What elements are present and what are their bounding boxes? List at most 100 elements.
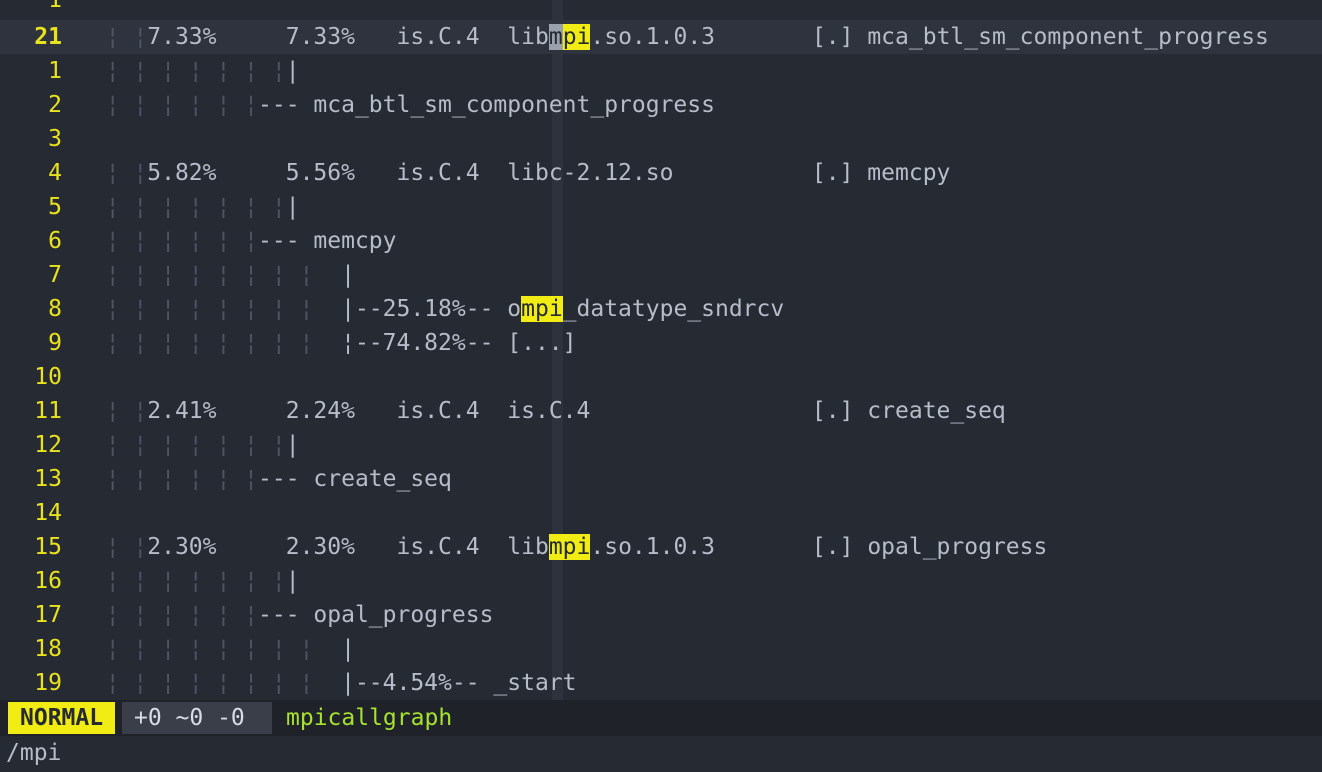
editor-line[interactable]: 10 xyxy=(0,360,1322,394)
line-number: 4 xyxy=(48,160,62,186)
editor-line[interactable]: 8 ¦ ¦ ¦ ¦ ¦ ¦ ¦ ¦ |--25.18%-- ompi_datat… xyxy=(0,292,1322,326)
line-content: --- create_seq xyxy=(258,466,452,492)
line-number: 2 xyxy=(48,92,62,118)
editor-line[interactable]: 16 ¦ ¦ ¦ ¦ ¦ ¦ ¦| xyxy=(0,564,1322,598)
line-text: ¦ ¦ ¦ ¦ ¦ ¦ ¦ ¦ ¦--74.82%-- [...] xyxy=(78,326,577,360)
indent-guides: ¦ ¦ ¦ ¦ ¦ ¦ ¦ ¦ xyxy=(78,330,314,356)
line-text: ¦ ¦ ¦ ¦ ¦ ¦--- mca_btl_sm_component_prog… xyxy=(78,88,715,122)
line-text: ¦ ¦ ¦ ¦ ¦ ¦ ¦ ¦ |--4.54%-- _start xyxy=(78,666,577,700)
line-content: 7.33% 7.33% is.C.4 lib xyxy=(147,24,549,50)
editor-pane[interactable]: 1 21 ¦ ¦7.33% 7.33% is.C.4 libmpi.so.1.0… xyxy=(0,0,1322,700)
editor-line[interactable]: 13 ¦ ¦ ¦ ¦ ¦ ¦--- create_seq xyxy=(0,462,1322,496)
line-content: ¦--74.82%-- [...] xyxy=(313,330,577,356)
line-number: 11 xyxy=(34,398,62,424)
line-content: | xyxy=(285,194,300,220)
indent-guides: ¦ ¦ xyxy=(78,534,148,560)
line-number: 6 xyxy=(48,228,62,254)
line-text: ¦ ¦7.33% 7.33% is.C.4 libmpi.so.1.0.3 [.… xyxy=(78,20,1269,54)
editor-line[interactable]: 4 ¦ ¦5.82% 5.56% is.C.4 libc-2.12.so [.]… xyxy=(0,156,1322,190)
line-text: ¦ ¦ ¦ ¦ ¦ ¦ ¦ ¦ |--25.18%-- ompi_datatyp… xyxy=(78,292,784,326)
top-partial-line: 1 xyxy=(0,0,1322,17)
line-number: 16 xyxy=(34,568,62,594)
line-number: 7 xyxy=(48,262,62,288)
line-content: 5.82% 5.56% is.C.4 libc-2.12.so [.] memc… xyxy=(147,160,951,186)
search-match: mpi xyxy=(521,296,563,322)
indent-guides: ¦ ¦ xyxy=(78,24,148,50)
line-number: 3 xyxy=(48,126,62,152)
search-match: pi xyxy=(562,24,591,50)
line-text: ¦ ¦ ¦ ¦ ¦ ¦ ¦| xyxy=(78,54,300,88)
line-content-tail: .so.1.0.3 [.] mca_btl_sm_component_progr… xyxy=(590,24,1269,50)
line-number: 17 xyxy=(34,602,62,628)
line-text: ¦ ¦ ¦ ¦ ¦ ¦ ¦| xyxy=(78,190,300,224)
line-content: --- memcpy xyxy=(258,228,397,254)
search-match: mpi xyxy=(548,534,591,560)
editor-line[interactable]: 1 ¦ ¦ ¦ ¦ ¦ ¦ ¦| xyxy=(0,54,1322,88)
editor-line[interactable]: 21 ¦ ¦7.33% 7.33% is.C.4 libmpi.so.1.0.3… xyxy=(0,20,1322,54)
line-content: | xyxy=(285,58,300,84)
editor-line[interactable]: 19 ¦ ¦ ¦ ¦ ¦ ¦ ¦ ¦ |--4.54%-- _start xyxy=(0,666,1322,700)
line-number: 12 xyxy=(34,432,62,458)
indent-guides: ¦ ¦ ¦ ¦ ¦ ¦ xyxy=(78,466,259,492)
line-number: 10 xyxy=(34,364,62,390)
line-text: ¦ ¦ ¦ ¦ ¦ ¦ ¦ ¦ | xyxy=(78,632,355,666)
editor-line[interactable]: 17 ¦ ¦ ¦ ¦ ¦ ¦--- opal_progress xyxy=(0,598,1322,632)
line-text: ¦ ¦ ¦ ¦ ¦ ¦--- opal_progress xyxy=(78,598,494,632)
line-content-tail: _datatype_sndrcv xyxy=(562,296,785,322)
indent-guides: ¦ ¦ ¦ ¦ ¦ ¦ ¦ ¦ xyxy=(78,296,314,322)
line-number: 1 xyxy=(48,58,62,84)
status-bar: NORMAL +0 ~0 -0 mpicallgraph xyxy=(0,700,1322,736)
line-text: ¦ ¦ ¦ ¦ ¦ ¦--- memcpy xyxy=(78,224,397,258)
indent-guides: ¦ ¦ ¦ ¦ ¦ ¦ ¦ xyxy=(78,568,286,594)
line-content: | xyxy=(313,636,355,662)
indent-guides: ¦ ¦ ¦ ¦ ¦ ¦ ¦ xyxy=(78,194,286,220)
line-content: | xyxy=(313,262,355,288)
line-content: |--4.54%-- _start xyxy=(313,670,577,696)
editor-line[interactable]: 18 ¦ ¦ ¦ ¦ ¦ ¦ ¦ ¦ | xyxy=(0,632,1322,666)
line-content: --- mca_btl_sm_component_progress xyxy=(258,92,715,118)
editor-line[interactable]: 6 ¦ ¦ ¦ ¦ ¦ ¦--- memcpy xyxy=(0,224,1322,258)
editor-line[interactable]: 15 ¦ ¦2.30% 2.30% is.C.4 libmpi.so.1.0.3… xyxy=(0,530,1322,564)
line-number: 18 xyxy=(34,636,62,662)
line-text: ¦ ¦ ¦ ¦ ¦ ¦--- create_seq xyxy=(78,462,452,496)
line-number: 15 xyxy=(34,534,62,560)
editor-line[interactable]: 2 ¦ ¦ ¦ ¦ ¦ ¦--- mca_btl_sm_component_pr… xyxy=(0,88,1322,122)
mode-indicator: NORMAL xyxy=(8,702,116,734)
indent-guides: ¦ ¦ ¦ ¦ ¦ ¦ xyxy=(78,602,259,628)
line-content-tail: .so.1.0.3 [.] opal_progress xyxy=(590,534,1048,560)
indent-guides: ¦ ¦ ¦ ¦ ¦ ¦ ¦ xyxy=(78,58,286,84)
line-content: --- opal_progress xyxy=(258,602,494,628)
line-text: ¦ ¦2.41% 2.24% is.C.4 is.C.4 [.] create_… xyxy=(78,394,1006,428)
editor-line[interactable]: 7 ¦ ¦ ¦ ¦ ¦ ¦ ¦ ¦ | xyxy=(0,258,1322,292)
line-content: 2.30% 2.30% is.C.4 lib xyxy=(147,534,549,560)
editor-line[interactable]: 3 xyxy=(0,122,1322,156)
git-diff-summary: +0 ~0 -0 xyxy=(122,702,272,734)
indent-guides: ¦ ¦ ¦ ¦ ¦ ¦ xyxy=(78,92,259,118)
indent-guides: ¦ ¦ xyxy=(78,160,148,186)
command-line[interactable]: /mpi xyxy=(0,736,1322,772)
editor-line[interactable]: 14 xyxy=(0,496,1322,530)
search-command[interactable]: /mpi xyxy=(6,736,61,770)
indent-guides: ¦ ¦ ¦ ¦ ¦ ¦ ¦ ¦ xyxy=(78,636,314,662)
cursor-char: m xyxy=(548,24,563,50)
line-number: 13 xyxy=(34,466,62,492)
line-text: ¦ ¦ ¦ ¦ ¦ ¦ ¦| xyxy=(78,428,300,462)
line-text: ¦ ¦ ¦ ¦ ¦ ¦ ¦| xyxy=(78,564,300,598)
line-number: 1 xyxy=(48,0,62,13)
file-name: mpicallgraph xyxy=(286,705,453,731)
line-number: 14 xyxy=(34,500,62,526)
line-content: 2.41% 2.24% is.C.4 is.C.4 [.] create_seq xyxy=(147,398,1006,424)
indent-guides: ¦ ¦ ¦ ¦ ¦ ¦ ¦ xyxy=(78,432,286,458)
line-text: ¦ ¦ ¦ ¦ ¦ ¦ ¦ ¦ | xyxy=(78,258,355,292)
line-number: 8 xyxy=(48,296,62,322)
indent-guides: ¦ ¦ ¦ ¦ ¦ ¦ ¦ ¦ xyxy=(78,670,314,696)
line-number: 19 xyxy=(34,670,62,696)
line-number: 21 xyxy=(34,24,62,50)
editor-line[interactable]: 9 ¦ ¦ ¦ ¦ ¦ ¦ ¦ ¦ ¦--74.82%-- [...] xyxy=(0,326,1322,360)
editor-line[interactable]: 5 ¦ ¦ ¦ ¦ ¦ ¦ ¦| xyxy=(0,190,1322,224)
line-number: 9 xyxy=(48,330,62,356)
editor-line[interactable]: 12 ¦ ¦ ¦ ¦ ¦ ¦ ¦| xyxy=(0,428,1322,462)
editor-line[interactable]: 11 ¦ ¦2.41% 2.24% is.C.4 is.C.4 [.] crea… xyxy=(0,394,1322,428)
indent-guides: ¦ ¦ ¦ ¦ ¦ ¦ xyxy=(78,228,259,254)
indent-guides: ¦ ¦ xyxy=(78,398,148,424)
